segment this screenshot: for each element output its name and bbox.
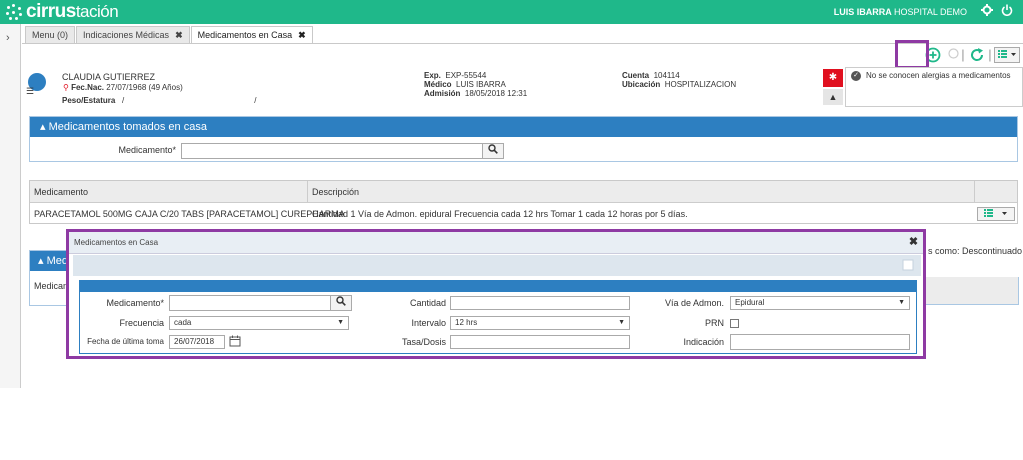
- table-cell-descripcion: Cantidad 1 Vía de Admon. epidural Frecue…: [312, 209, 688, 219]
- tab-menu[interactable]: Menu (0): [25, 26, 76, 43]
- tab-indicaciones-medicas[interactable]: Indicaciones Médicas ✖: [76, 26, 190, 43]
- collapsed-sidebar: ›: [0, 24, 21, 388]
- top-bar: cirrustación LUIS IBARRA HOSPITAL DEMO: [0, 0, 1023, 24]
- dialog-title[interactable]: Medicamentos en Casa: [69, 232, 923, 254]
- modal-medicamento-label: Medicamento*: [106, 298, 164, 308]
- add-button-highlight: [895, 40, 929, 69]
- column-header-actions: [975, 181, 1017, 203]
- patient-header: ☰ CLAUDIA GUTIERREZ ⚲ Fec.Nac. 27/07/196…: [22, 67, 1023, 107]
- frecuencia-label: Frecuencia: [119, 318, 164, 328]
- patient-weight: Peso/Estatura / /: [62, 96, 257, 105]
- medicamento-search-input[interactable]: [181, 143, 483, 159]
- dropdown-arrow-icon: ▼: [337, 319, 344, 326]
- patient-exp: Exp. EXP-55544: [424, 71, 487, 80]
- tab-bar: Menu (0) Indicaciones Médicas ✖ Medicamen…: [25, 26, 314, 43]
- modal-search-button[interactable]: [330, 295, 352, 311]
- allergy-alert-icon[interactable]: ✱: [823, 69, 843, 87]
- intervalo-label: Intervalo: [411, 318, 446, 328]
- prn-label: PRN: [704, 318, 724, 328]
- location-pin-icon: ⚲: [63, 83, 69, 92]
- chevron-right-icon[interactable]: ›: [6, 32, 10, 44]
- medicamento-label: Medicamento*: [118, 145, 176, 155]
- search-button[interactable]: [482, 143, 504, 159]
- close-icon[interactable]: ✖: [175, 27, 183, 43]
- check-icon: ✓: [851, 71, 861, 81]
- dialog-form: Medicamento* Cantidad Vía de Admon. Epid…: [79, 280, 917, 354]
- via-admon-select[interactable]: Epidural ▼: [730, 296, 910, 310]
- list-menu-button[interactable]: [994, 47, 1020, 63]
- second-panel-right-edge: [926, 277, 1019, 305]
- modal-medicamento-input[interactable]: [169, 295, 331, 311]
- patient-ubicacion: Ubicación HOSPITALIZACION: [622, 80, 737, 89]
- medicamentos-casa-panel: ▴ Medicamentos tomados en casa Medicamen…: [29, 116, 1018, 162]
- tab-divider: [22, 43, 1023, 44]
- tasa-dosis-input[interactable]: [450, 335, 630, 349]
- frecuencia-select[interactable]: cada ▼: [169, 316, 349, 330]
- flag-icon[interactable]: [901, 258, 915, 272]
- table-cell-medicamento: PARACETAMOL 500MG CAJA C/20 TABS [PARACE…: [34, 209, 345, 219]
- patient-medico: Médico LUIS IBARRA: [424, 80, 506, 89]
- indicacion-label: Indicación: [683, 337, 724, 347]
- indicacion-textarea[interactable]: [730, 334, 910, 350]
- prn-checkbox[interactable]: [730, 319, 739, 328]
- tasa-dosis-label: Tasa/Dosis: [401, 337, 446, 347]
- disabled-circle-icon: [947, 47, 959, 63]
- separator: |: [988, 47, 992, 62]
- panel-header[interactable]: ▴ Medicamentos tomados en casa: [30, 117, 1017, 137]
- tab-medicamentos-en-casa[interactable]: Medicamentos en Casa ✖: [190, 26, 313, 43]
- status-text: s como: Descontinuado: [928, 246, 1023, 256]
- bell-icon[interactable]: ▲: [823, 89, 843, 105]
- fecha-ultima-toma-input[interactable]: 26/07/2018: [169, 335, 225, 349]
- close-icon[interactable]: ✖: [298, 27, 306, 43]
- caret-up-icon: ▴: [38, 255, 44, 267]
- patient-admision: Admisión 18/05/2018 12:31: [424, 89, 528, 98]
- patient-cuenta: Cuenta 104114: [622, 71, 680, 80]
- separator: |: [961, 47, 965, 62]
- intervalo-select[interactable]: 12 hrs ▼: [450, 316, 630, 330]
- patient-dob: ⚲ Fec.Nac. 27/07/1968 (49 Años): [63, 83, 183, 92]
- via-admon-label: Vía de Admon.: [664, 298, 724, 308]
- dropdown-arrow-icon: ▼: [618, 319, 625, 326]
- column-header-descripcion[interactable]: Descripción: [308, 181, 975, 203]
- allergy-box: ✓ No se conocen alergias a medicamentos: [845, 67, 1023, 107]
- cantidad-input[interactable]: [450, 296, 630, 310]
- close-icon[interactable]: ✖: [907, 236, 920, 249]
- cantidad-label: Cantidad: [409, 298, 446, 308]
- caret-up-icon: ▴: [40, 121, 46, 133]
- calendar-icon[interactable]: [229, 335, 243, 349]
- patient-name: CLAUDIA GUTIERREZ: [62, 72, 156, 82]
- fecha-ultima-toma-label: Fecha de última toma: [87, 337, 164, 346]
- brand-logo[interactable]: cirrustación: [6, 1, 119, 22]
- medicamentos-table: Medicamento Descripción PARACETAMOL 500M…: [29, 180, 1018, 224]
- brand-name: cirrustación: [26, 1, 119, 22]
- column-header-medicamento[interactable]: Medicamento: [30, 181, 308, 203]
- power-icon[interactable]: [999, 4, 1015, 20]
- list-icon[interactable]: ☰: [26, 86, 34, 97]
- brand-mark-icon: [6, 4, 22, 20]
- gear-icon[interactable]: [979, 4, 995, 20]
- user-info[interactable]: LUIS IBARRA HOSPITAL DEMO: [834, 7, 967, 17]
- dropdown-arrow-icon: ▼: [898, 299, 905, 306]
- medicamentos-en-casa-dialog: Medicamentos en Casa ✖ Medicamento* Cant…: [66, 229, 926, 359]
- refresh-icon[interactable]: [968, 47, 986, 63]
- dialog-toolbar: [73, 255, 921, 276]
- row-actions-button[interactable]: [977, 207, 1015, 221]
